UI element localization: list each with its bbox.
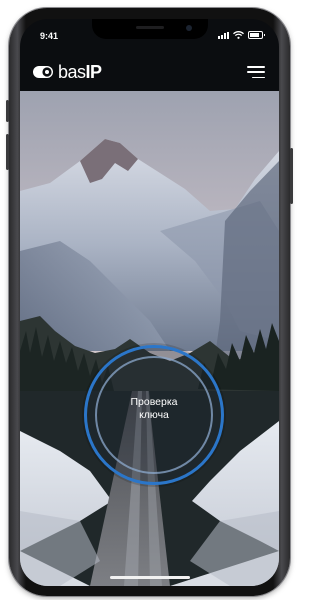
notch xyxy=(92,19,208,39)
logo-mark-icon xyxy=(33,66,53,78)
side-button-right xyxy=(290,148,293,204)
app-header: basIP xyxy=(20,53,279,91)
battery-icon xyxy=(248,31,265,39)
screen: 9:41 basIP Проверка ключа xyxy=(20,19,279,586)
wifi-icon xyxy=(233,31,244,39)
speaker xyxy=(136,26,164,29)
mountain-road-background xyxy=(20,91,279,586)
status-time: 9:41 xyxy=(40,31,59,41)
home-indicator[interactable] xyxy=(110,576,190,579)
key-check-line2: ключа xyxy=(139,409,169,421)
signal-icon xyxy=(218,31,229,39)
brand-name: basIP xyxy=(58,61,102,82)
brand-logo: basIP xyxy=(32,62,102,83)
key-check-line1: Проверка xyxy=(130,396,178,408)
key-check-label: Проверка ключа xyxy=(87,396,221,422)
key-check-button[interactable]: Проверка ключа xyxy=(84,345,224,485)
side-button-left xyxy=(6,100,9,122)
status-icons xyxy=(218,31,265,39)
camera xyxy=(186,25,192,31)
hamburger-menu-icon[interactable] xyxy=(247,66,265,78)
status-bar: 9:41 xyxy=(20,19,279,53)
side-button-left xyxy=(6,134,9,170)
